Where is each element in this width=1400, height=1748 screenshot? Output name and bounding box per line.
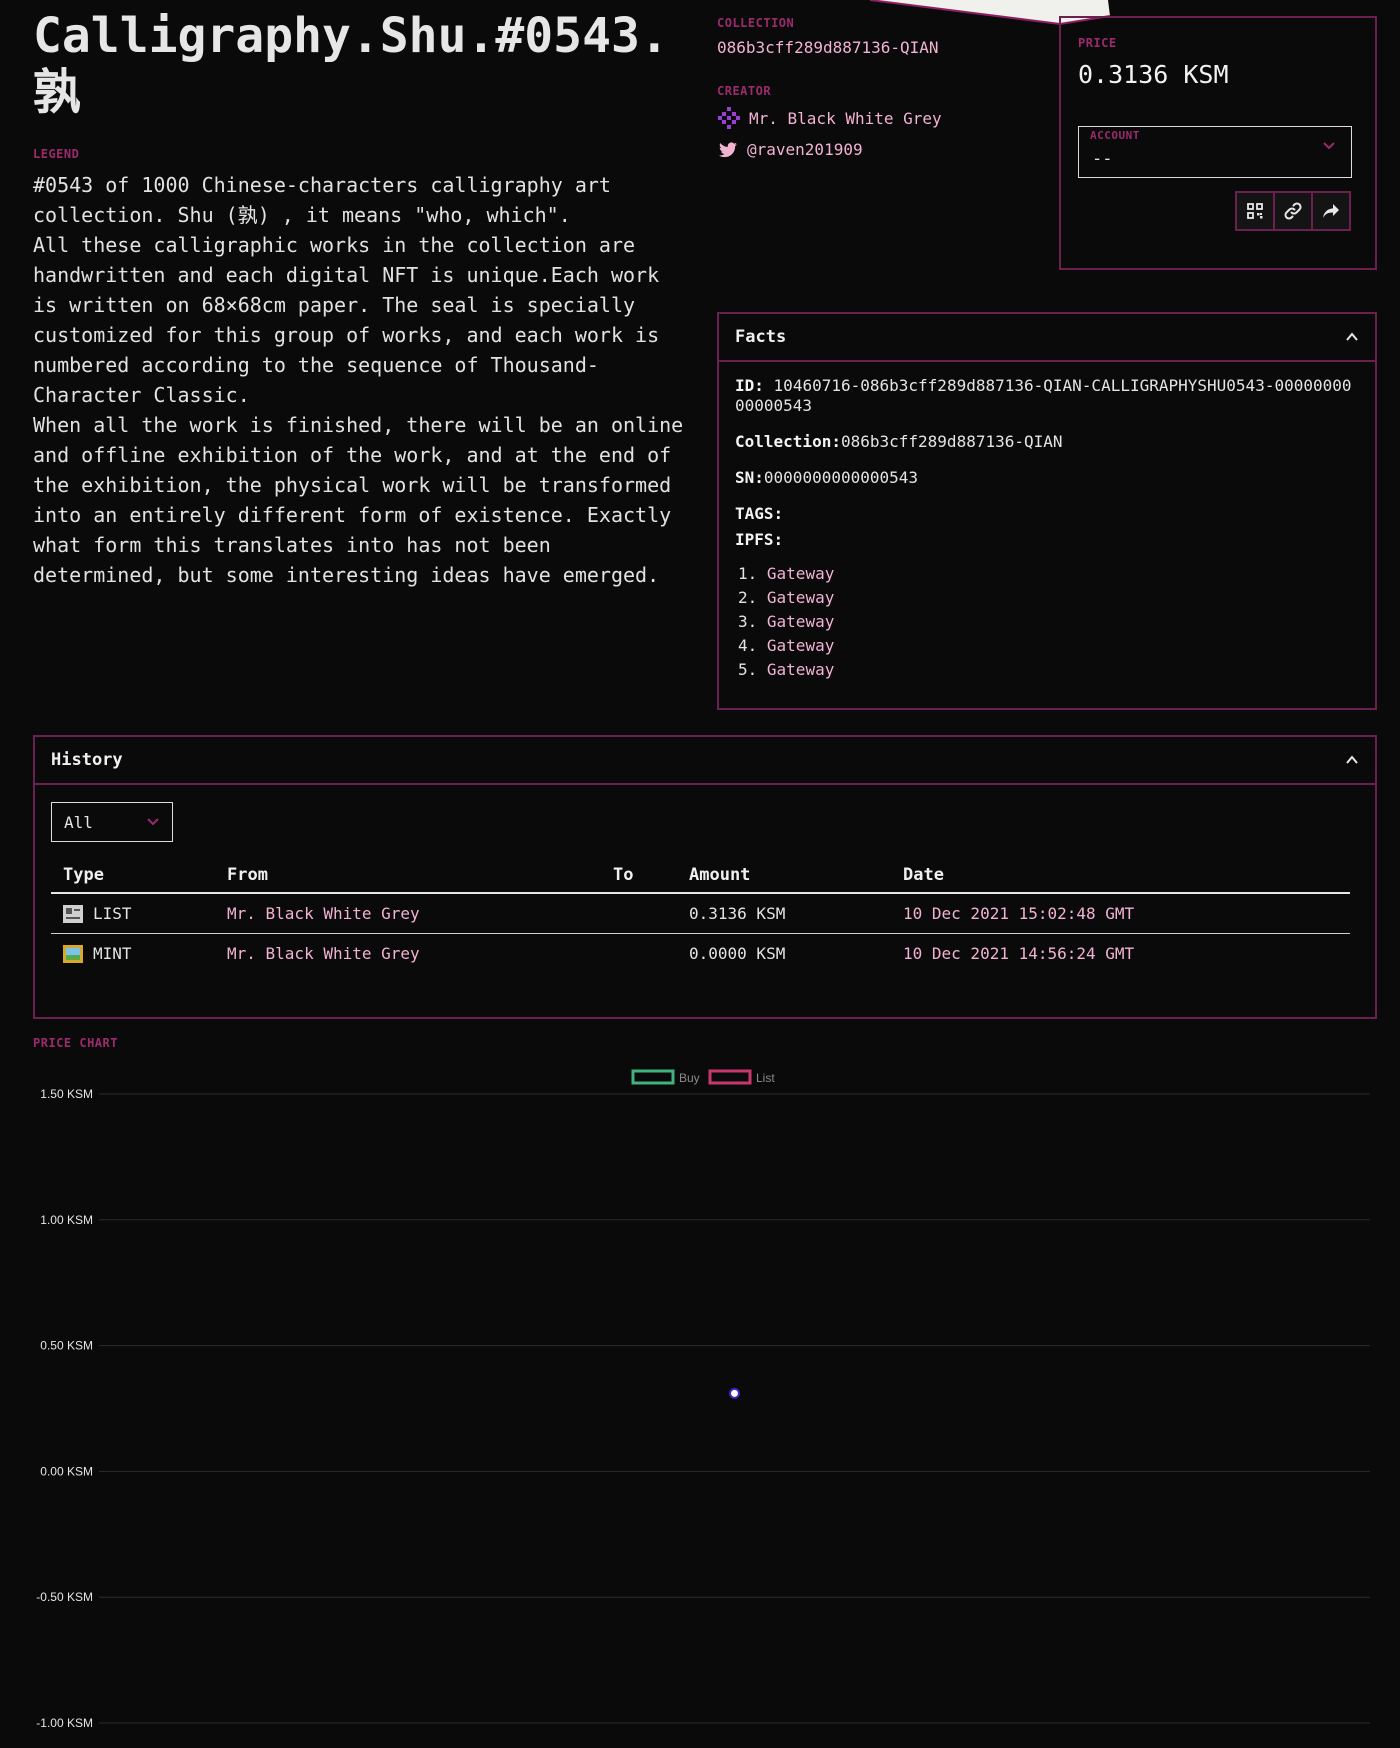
fact-sn-label: SN: [735,468,764,487]
row-date: 10 Dec 2021 15:02:48 GMT [903,903,1135,923]
gateway-link[interactable]: Gateway [767,612,834,631]
y-tick-label: -0.50 KSM [36,1590,93,1604]
qr-code-button[interactable] [1235,191,1275,231]
collection-link[interactable]: 086b3cff289d887136-QIAN [717,38,939,57]
nft-description: #0543 of 1000 Chinese-characters calligr… [33,173,684,587]
row-date: 10 Dec 2021 14:56:24 GMT [903,943,1135,963]
chart-canvas: Buy List 1.50 KSM 1.00 KSM 0.50 KSM 0.00 KSM -… [36,1069,1370,1730]
price-value: 0.3136 KSM [1078,60,1229,89]
gateway-link[interactable]: Gateway [767,660,834,679]
price-chart: PRICE CHART Buy List 1.50 KSM 1.00 KSM 0.50 … [33,1030,1377,1748]
identicon-icon [718,107,740,129]
twitter-row[interactable]: @raven201909 [719,140,863,159]
copy-link-button[interactable] [1273,191,1313,231]
account-label: ACCOUNT [1090,129,1140,142]
fact-tags-label: TAGS: [735,504,784,523]
share-icon [1323,204,1339,218]
twitter-icon [719,141,737,157]
history-title: History [51,750,123,770]
creator-label: CREATOR [717,84,772,98]
gateway-item: 4. Gateway [738,636,835,655]
legend-label: List [756,1071,775,1085]
facts-panel: Facts ID: 10460716-086b3cff289d887136-QI… [717,312,1377,710]
gateway-link[interactable]: Gateway [767,588,834,607]
gateway-list: 1. Gateway 2. Gateway 3. Gateway 4. Gate… [735,564,1359,684]
chevron-down-icon [147,818,159,826]
fact-sn-value: 0000000000000543 [763,468,919,487]
fact-collection-value: 086b3cff289d887136-QIAN [840,432,1063,451]
data-point [729,1387,740,1399]
fact-id: ID: 10460716-086b3cff289d887136-QIAN-CAL… [735,376,1359,416]
history-panel: History All Type From To Amount Date LIS… [33,735,1377,1019]
y-tick-label: 1.50 KSM [40,1087,93,1101]
account-select[interactable]: ACCOUNT -- [1078,126,1352,178]
fact-tags: TAGS: [735,504,1359,524]
fact-ipfs-label: IPFS: [735,530,784,549]
row-to [613,933,689,973]
facts-title: Facts [735,327,787,347]
row-amount: 0.0000 KSM [689,943,786,963]
col-from: From [227,864,268,885]
qr-code-icon [1247,203,1263,219]
y-tick-label: 0.50 KSM [40,1339,93,1353]
history-header-row: Type From To Amount Date [51,857,1350,893]
price-panel: PRICE 0.3136 KSM ACCOUNT -- [1059,16,1377,270]
fact-id-label: ID: [735,376,764,395]
col-type: Type [63,864,104,885]
chevron-down-icon [1323,142,1335,150]
history-filter-select[interactable]: All [51,802,173,842]
legend-label: Buy [679,1071,700,1085]
table-row: LIST Mr. Black White Grey 0.3136 KSM 10 … [51,893,1350,933]
y-tick-label: -1.00 KSM [36,1716,93,1730]
history-table: Type From To Amount Date LIST Mr. Black … [51,857,1350,973]
row-type: MINT [93,944,132,964]
price-label: PRICE [1078,36,1117,50]
fact-collection-label: Collection: [735,432,841,451]
gateway-link[interactable]: Gateway [767,564,834,583]
chevron-up-icon [1346,332,1358,341]
row-from[interactable]: Mr. Black White Grey [227,893,613,933]
twitter-handle: @raven201909 [747,140,863,159]
fact-ipfs: IPFS: [735,530,1359,550]
row-amount: 0.3136 KSM [689,903,786,923]
history-header[interactable]: History [35,737,1375,785]
y-tick-label: 0.00 KSM [40,1464,93,1478]
history-filter-value: All [64,812,93,832]
link-icon [1284,202,1302,220]
share-button[interactable] [1311,191,1351,231]
row-to [613,893,689,933]
gateway-link[interactable]: Gateway [767,636,834,655]
table-row: MINT Mr. Black White Grey 0.0000 KSM 10 … [51,933,1350,973]
legend-swatch [708,1069,752,1085]
account-value: -- [1092,149,1113,169]
gateway-item: 3. Gateway [738,612,835,631]
chevron-up-icon [1346,755,1358,764]
collection-label: COLLECTION [717,16,795,30]
facts-body: ID: 10460716-086b3cff289d887136-QIAN-CAL… [719,362,1375,698]
col-amount: Amount [689,864,751,885]
creator-name: Mr. Black White Grey [749,108,942,128]
gateway-item: 5. Gateway [738,660,835,679]
framed-picture-icon [63,944,83,963]
gateway-item: 2. Gateway [738,588,835,607]
col-date: Date [903,864,944,885]
col-to: To [613,864,634,885]
legend-label: LEGEND [33,147,80,161]
nft-title: Calligraphy.Shu.#0543.孰 [33,8,669,120]
row-from[interactable]: Mr. Black White Grey [227,933,613,973]
facts-header[interactable]: Facts [719,314,1375,362]
fact-sn: SN:0000000000000543 [735,468,1359,488]
row-type: LIST [93,904,132,924]
fact-collection: Collection:086b3cff289d887136-QIAN [735,432,1359,452]
gateway-item: 1. Gateway [738,564,835,583]
newspaper-icon [63,904,83,923]
fact-id-value: 10460716-086b3cff289d887136-QIAN-CALLIGR… [735,376,1352,415]
y-tick-label: 1.00 KSM [40,1213,93,1227]
legend-swatch [631,1069,675,1085]
creator-row[interactable]: Mr. Black White Grey [717,106,942,130]
